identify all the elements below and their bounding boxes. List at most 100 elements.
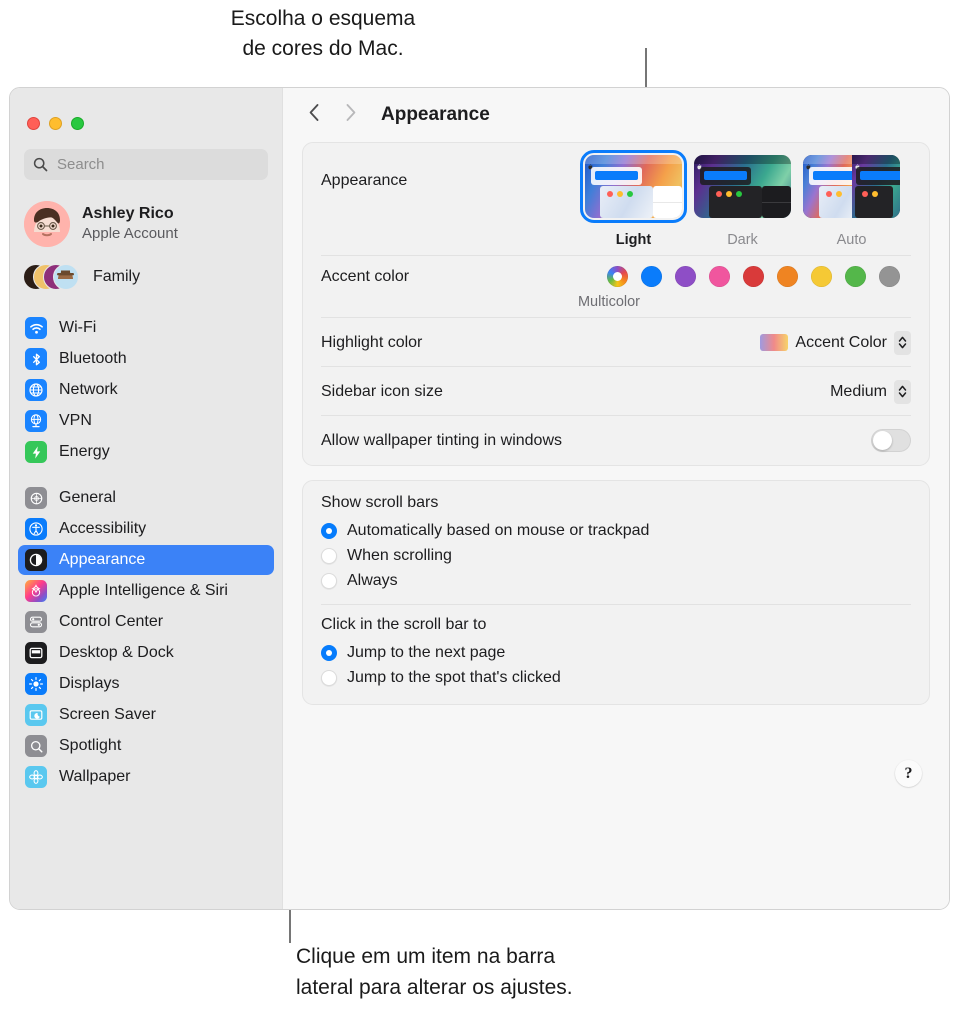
sidebar-item-vpn[interactable]: VPN <box>18 406 274 436</box>
sidebar-item-bluetooth[interactable]: Bluetooth <box>18 344 274 374</box>
appearance-option-label: Dark <box>727 232 758 248</box>
page-title: Appearance <box>381 104 490 125</box>
sidebar-item-screen-saver[interactable]: Screen Saver <box>18 700 274 730</box>
radio-button[interactable] <box>321 547 337 564</box>
sidebar-item-spotlight[interactable]: Spotlight <box>18 731 274 761</box>
displays-brightness-icon <box>25 673 47 695</box>
scroll-bars-option-when-scrolling[interactable]: When scrolling <box>321 543 911 568</box>
callout-bottom-line-2: lateral para alterar os ajustes. <box>296 976 573 999</box>
radio-label: Jump to the spot that's clicked <box>347 668 561 686</box>
sidebar-item-label: Wallpaper <box>59 768 131 785</box>
accent-swatch-multicolor[interactable] <box>607 266 628 287</box>
appearance-contrast-icon <box>25 549 47 571</box>
search-field[interactable] <box>24 149 268 180</box>
mini-light-panel <box>591 167 642 185</box>
help-button[interactable]: ? <box>895 760 922 787</box>
sidebar-item-label: Appearance <box>59 551 146 568</box>
accent-swatch-blue[interactable] <box>641 266 662 287</box>
wallpaper-tinting-toggle[interactable] <box>871 429 911 452</box>
mini-apple-logo-icon <box>854 157 860 169</box>
radio-label: When scrolling <box>347 546 452 564</box>
sidebar-icon-size-value: Medium <box>830 382 887 400</box>
control-center-icon <box>25 611 47 633</box>
show-scroll-bars-section: Show scroll bars Automatically based on … <box>303 481 929 704</box>
callout-top-line-1: Escolha o esquema <box>230 7 416 30</box>
appearance-option-light[interactable]: Light <box>579 149 688 248</box>
appearance-option-dark[interactable]: Dark <box>694 155 791 248</box>
sidebar-item-label: Desktop & Dock <box>59 644 174 661</box>
mini-apple-logo-icon <box>588 157 593 169</box>
accent-color-row: Accent color Multicolor <box>303 256 929 318</box>
dark-mode-thumbnail <box>694 155 791 218</box>
auto-light-half <box>803 155 852 218</box>
highlight-color-label: Highlight color <box>321 333 423 351</box>
sidebar-icon-size-label: Sidebar icon size <box>321 382 443 400</box>
sidebar-item-label: VPN <box>59 412 92 429</box>
sidebar-item-wi-fi[interactable]: Wi-Fi <box>18 313 274 343</box>
callout-top-text: Escolha o esquema de cores do Mac. <box>0 0 646 64</box>
accent-swatch-green[interactable] <box>845 266 866 287</box>
accent-swatch-orange[interactable] <box>777 266 798 287</box>
appearance-option-label: Light <box>615 232 652 248</box>
sidebar-item-label: Energy <box>59 443 110 460</box>
sidebar-item-energy[interactable]: Energy <box>18 437 274 467</box>
scroll-bars-card: Show scroll bars Automatically based on … <box>302 480 930 705</box>
window-traffic-lights <box>10 88 282 130</box>
wallpaper-tinting-label: Allow wallpaper tinting in windows <box>321 431 563 449</box>
highlight-color-popup-button[interactable]: Accent Color <box>760 330 911 355</box>
accent-color-gradient-chip <box>760 334 789 351</box>
scroll-click-option-spot-clicked[interactable]: Jump to the spot that's clicked <box>321 665 911 690</box>
accent-color-swatches <box>607 266 911 287</box>
desktop-dock-icon <box>25 642 47 664</box>
radio-label: Jump to the next page <box>347 643 506 661</box>
mini-light-window-2 <box>653 186 682 218</box>
screen-saver-icon <box>25 704 47 726</box>
sidebar-item-general[interactable]: General <box>18 483 274 513</box>
sidebar-item-control-center[interactable]: Control Center <box>18 607 274 637</box>
scroll-bars-option-automatic[interactable]: Automatically based on mouse or trackpad <box>321 518 911 543</box>
search-icon <box>33 157 48 172</box>
sidebar-item-apple-intelligence-siri[interactable]: Apple Intelligence & Siri <box>18 576 274 606</box>
back-button[interactable] <box>299 100 329 130</box>
account-text: Ashley Rico Apple Account <box>82 204 178 244</box>
appearance-option-auto[interactable]: Auto <box>803 155 900 248</box>
scroll-bars-option-always[interactable]: Always <box>321 568 911 593</box>
sidebar-item-accessibility[interactable]: Accessibility <box>18 514 274 544</box>
wallpaper-tinting-row: Allow wallpaper tinting in windows <box>303 416 929 465</box>
accent-swatch-pink[interactable] <box>709 266 730 287</box>
radio-button[interactable] <box>321 669 337 686</box>
sidebar-item-desktop-dock[interactable]: Desktop & Dock <box>18 638 274 668</box>
sidebar-item-appearance[interactable]: Appearance <box>18 545 274 575</box>
accent-swatch-purple[interactable] <box>675 266 696 287</box>
sidebar-icon-size-popup-button[interactable]: Medium <box>830 379 911 404</box>
minimize-button[interactable] <box>49 117 62 130</box>
sidebar-item-wallpaper[interactable]: Wallpaper <box>18 762 274 792</box>
sidebar-item-displays[interactable]: Displays <box>18 669 274 699</box>
callout-bottom-text: Clique em um item na barra lateral para … <box>296 941 573 1003</box>
system-settings-window: Ashley Rico Apple Account Family Wi-Fi <box>9 87 950 910</box>
accent-swatch-yellow[interactable] <box>811 266 832 287</box>
detail-pane: Appearance Appearance Light Dark Auto Ac… <box>282 88 949 909</box>
account-name: Ashley Rico <box>82 205 174 222</box>
family-row[interactable]: Family <box>23 259 282 295</box>
chevron-updown-icon <box>894 379 911 404</box>
radio-button[interactable] <box>321 572 337 589</box>
radio-button[interactable] <box>321 644 337 661</box>
sidebar: Ashley Rico Apple Account Family Wi-Fi <box>10 88 282 909</box>
scroll-click-option-next-page[interactable]: Jump to the next page <box>321 640 911 665</box>
sidebar-icon-size-row: Sidebar icon size Medium <box>303 367 929 416</box>
appearance-label: Appearance <box>321 172 408 189</box>
search-input[interactable] <box>55 155 259 174</box>
sidebar-item-network[interactable]: Network <box>18 375 274 405</box>
radio-button[interactable] <box>321 522 337 539</box>
appearance-mode-options: Light Dark Auto <box>579 149 911 248</box>
maximize-button[interactable] <box>71 117 84 130</box>
sidebar-item-label: General <box>59 489 116 506</box>
accent-swatch-red[interactable] <box>743 266 764 287</box>
auto-dark-half <box>851 155 900 218</box>
globe-icon <box>25 379 47 401</box>
close-button[interactable] <box>27 117 40 130</box>
apple-account-row[interactable]: Ashley Rico Apple Account <box>24 197 282 251</box>
accent-swatch-graphite[interactable] <box>879 266 900 287</box>
forward-button[interactable] <box>335 100 365 130</box>
